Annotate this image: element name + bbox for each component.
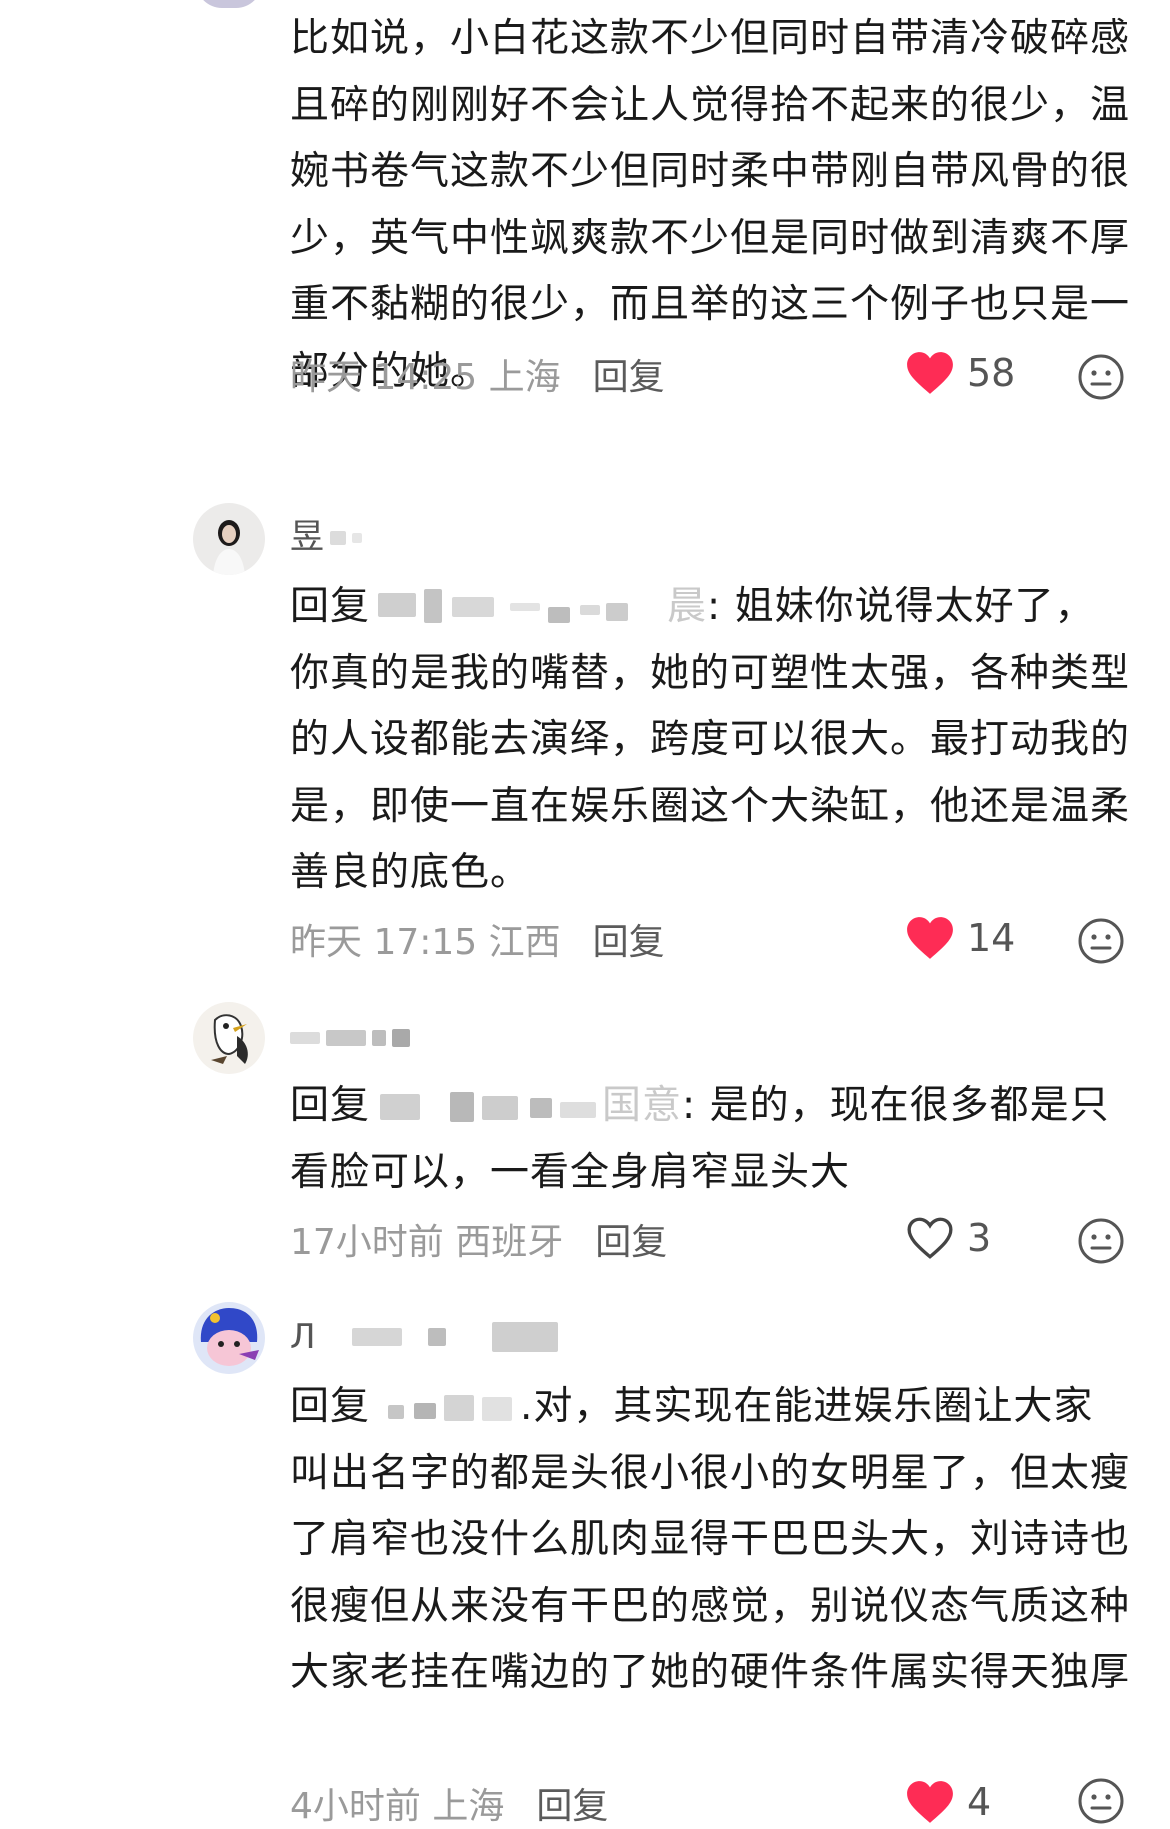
avatar[interactable] — [193, 503, 265, 575]
reply-prefix: 回复 — [290, 1384, 371, 1429]
username-text: 昱 — [290, 516, 324, 557]
username-text: Л — [290, 1317, 316, 1357]
comment-text: 回复 .对，其实现在能进娱乐圈让大家叫出名字的都是头很小很小的女明星了，但太瘦了肩… — [290, 1374, 1130, 1707]
reply-button[interactable]: 回复 — [593, 913, 665, 965]
dislike-button[interactable] — [1077, 1217, 1125, 1265]
neutral-face-icon — [1078, 1218, 1124, 1264]
comment-time-location: 昨天 14:25 上海 — [290, 357, 561, 398]
heart-icon — [907, 917, 953, 959]
reply-button[interactable]: 回复 — [593, 348, 665, 400]
reply-button[interactable]: 回复 — [536, 1777, 608, 1829]
neutral-face-icon — [1078, 354, 1124, 400]
like-count: 14 — [967, 916, 1016, 960]
username[interactable]: 昱 — [290, 513, 362, 557]
reply-body: : 姐妹你说得太好了，你真的是我的嘴替，她的可塑性太强，各种类型的人设都能去演绎… — [290, 584, 1131, 895]
neutral-face-icon — [1078, 918, 1124, 964]
comment-text: 回复 晨: 姐妹你说得太好了，你真的是我的嘴替，她的可塑性太强，各种类型的人设都能… — [290, 574, 1130, 907]
like-count: 58 — [967, 351, 1016, 395]
username[interactable] — [290, 1018, 410, 1058]
reply-body: .对，其实现在能进娱乐圈让大家叫出名字的都是头很小很小的女明星了，但太瘦了肩窄也… — [290, 1384, 1131, 1695]
reply-button[interactable]: 回复 — [595, 1213, 667, 1265]
blurred-mention[interactable] — [370, 1389, 520, 1429]
blurred-mention[interactable] — [370, 588, 667, 629]
blurred-mention-tail: 晨 — [667, 584, 708, 629]
username[interactable]: Л — [290, 1317, 558, 1357]
dislike-button[interactable] — [1077, 353, 1125, 401]
comment-meta: 昨天 17:15 江西 回复 — [290, 914, 665, 964]
like-button[interactable]: 58 — [905, 348, 1015, 398]
blurred-username — [330, 531, 346, 545]
comment-time-location: 昨天 17:15 江西 — [290, 922, 561, 963]
dislike-button[interactable] — [1077, 917, 1125, 965]
comment-text: 回复 国意: 是的，现在很多都是只看脸可以，一看全身肩窄显头大 — [290, 1073, 1130, 1206]
reply-prefix: 回复 — [290, 1083, 371, 1128]
like-count: 3 — [967, 1216, 992, 1260]
like-button[interactable]: 4 — [905, 1777, 991, 1827]
heart-icon — [907, 352, 953, 394]
comment-meta: 昨天 14:25 上海 回复 — [290, 349, 665, 399]
neutral-face-icon — [1078, 1778, 1124, 1824]
blurred-username — [351, 1328, 402, 1346]
comment-time-location: 4小时前 上海 — [290, 1786, 505, 1827]
like-button[interactable]: 14 — [905, 913, 1015, 963]
blurred-mention[interactable] — [370, 1088, 602, 1128]
blurred-username — [290, 1032, 320, 1044]
comment-text: 比如说，小白花这款不少但同时自带清冷破碎感且碎的刚刚好不会让人觉得拾不起来的很少… — [290, 16, 1131, 394]
comment-time-location: 17小时前 西班牙 — [290, 1222, 564, 1263]
comment-meta: 4小时前 上海 回复 — [290, 1778, 608, 1828]
heart-icon — [907, 1781, 953, 1823]
avatar[interactable] — [193, 1302, 265, 1374]
blurred-mention-tail: 国意 — [602, 1083, 683, 1128]
heart-icon — [907, 1217, 953, 1259]
comment-meta: 17小时前 西班牙 回复 — [290, 1214, 667, 1264]
avatar[interactable] — [193, 1002, 265, 1074]
dislike-button[interactable] — [1077, 1777, 1125, 1825]
reply-prefix: 回复 — [290, 584, 371, 629]
like-button[interactable]: 3 — [905, 1213, 991, 1263]
like-count: 4 — [967, 1780, 992, 1824]
avatar-previous[interactable] — [196, 0, 262, 8]
